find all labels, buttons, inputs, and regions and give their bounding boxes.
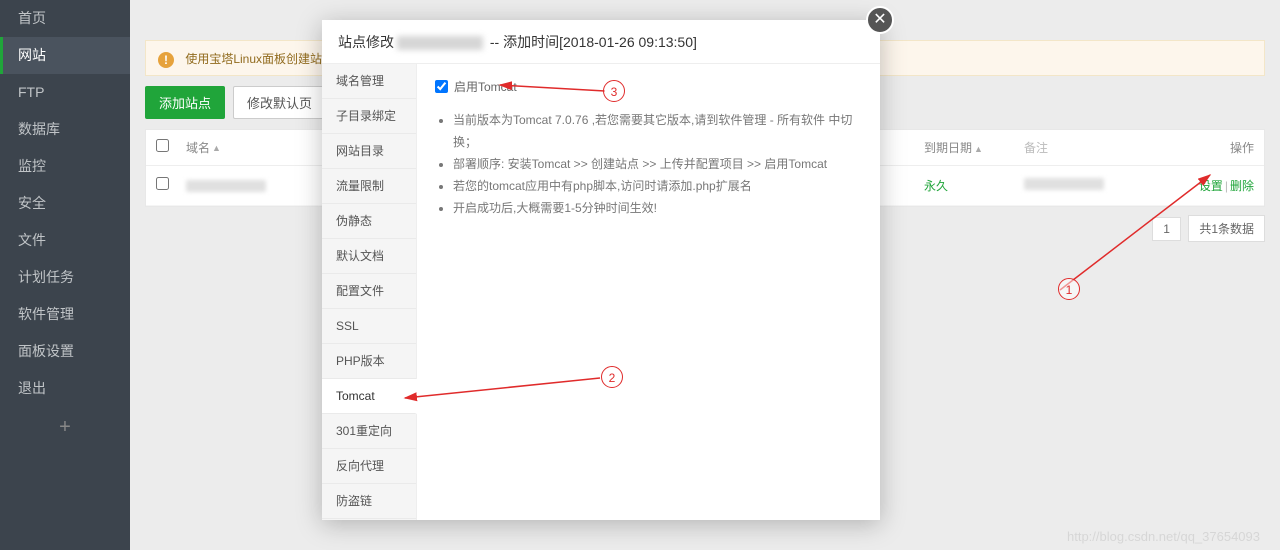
tab-content-tomcat: 启用Tomcat 当前版本为Tomcat 7.0.76 ,若您需要其它版本,请到… [417, 64, 880, 520]
page-total: 共1条数据 [1188, 215, 1265, 242]
tab-tomcat[interactable]: Tomcat [322, 379, 417, 414]
sidebar-item-site[interactable]: 网站 [0, 37, 130, 74]
tip-item: 部署顺序: 安装Tomcat >> 创建站点 >> 上传并配置项目 >> 启用T… [453, 153, 862, 175]
modal-tabs: 域名管理 子目录绑定 网站目录 流量限制 伪静态 默认文档 配置文件 SSL P… [322, 64, 417, 520]
tab-rewrite[interactable]: 伪静态 [322, 204, 416, 239]
row-settings-link[interactable]: 设置 [1199, 179, 1223, 193]
modal-title: 站点修改 -- 添加时间[2018-01-26 09:13:50] [322, 20, 880, 64]
annotation-circle-3: 3 [603, 80, 625, 102]
page-number[interactable]: 1 [1152, 217, 1181, 241]
tip-item: 当前版本为Tomcat 7.0.76 ,若您需要其它版本,请到软件管理 - 所有… [453, 109, 862, 153]
sidebar-item-security[interactable]: 安全 [0, 185, 130, 222]
sidebar-item-ftp[interactable]: FTP [0, 74, 130, 111]
add-site-button[interactable]: 添加站点 [145, 86, 225, 119]
tab-default-doc[interactable]: 默认文档 [322, 239, 416, 274]
sidebar: 首页 网站 FTP 数据库 监控 安全 文件 计划任务 软件管理 面板设置 退出… [0, 0, 130, 550]
tab-site-dir[interactable]: 网站目录 [322, 134, 416, 169]
tab-ssl[interactable]: SSL [322, 309, 416, 344]
sidebar-item-home[interactable]: 首页 [0, 0, 130, 37]
sidebar-add-button[interactable]: + [0, 407, 130, 447]
sidebar-item-panel-settings[interactable]: 面板设置 [0, 333, 130, 370]
sort-arrow-icon: ▲ [212, 130, 221, 166]
note-cell [1024, 178, 1104, 190]
sidebar-item-logout[interactable]: 退出 [0, 370, 130, 407]
close-icon[interactable]: ✕ [866, 6, 894, 34]
expire-cell: 永久 [924, 166, 1024, 205]
sidebar-item-software[interactable]: 软件管理 [0, 296, 130, 333]
site-edit-modal: ✕ 站点修改 -- 添加时间[2018-01-26 09:13:50] 域名管理… [322, 20, 880, 520]
row-delete-link[interactable]: 删除 [1230, 179, 1254, 193]
tab-php-version[interactable]: PHP版本 [322, 344, 416, 379]
annotation-circle-1: 1 [1058, 278, 1080, 300]
tab-301-redirect[interactable]: 301重定向 [322, 414, 416, 449]
enable-tomcat-checkbox[interactable] [435, 80, 448, 93]
annotation-circle-2: 2 [601, 366, 623, 388]
tip-item: 开启成功后,大概需要1-5分钟时间生效! [453, 197, 862, 219]
domain-cell[interactable] [186, 180, 266, 192]
tab-hotlink[interactable]: 防盗链 [322, 484, 416, 519]
tip-item: 若您的tomcat应用中有php脚本,访问时请添加.php扩展名 [453, 175, 862, 197]
watermark: http://blog.csdn.net/qq_37654093 [1067, 529, 1260, 544]
row-checkbox[interactable] [156, 177, 169, 190]
sidebar-item-cron[interactable]: 计划任务 [0, 259, 130, 296]
tab-subdir[interactable]: 子目录绑定 [322, 99, 416, 134]
warning-icon: ! [158, 52, 174, 68]
tab-config-file[interactable]: 配置文件 [322, 274, 416, 309]
col-ops-header: 操作 [1174, 130, 1254, 165]
tab-reverse-proxy[interactable]: 反向代理 [322, 449, 416, 484]
tab-domain-manage[interactable]: 域名管理 [322, 64, 416, 99]
enable-tomcat-label: 启用Tomcat [454, 78, 517, 95]
edit-default-button[interactable]: 修改默认页 [233, 86, 326, 119]
sort-arrow-icon: ▲ [974, 144, 983, 154]
tips-list: 当前版本为Tomcat 7.0.76 ,若您需要其它版本,请到软件管理 - 所有… [435, 109, 862, 219]
sidebar-item-file[interactable]: 文件 [0, 222, 130, 259]
sidebar-item-database[interactable]: 数据库 [0, 111, 130, 148]
title-redacted [397, 36, 483, 50]
col-note-header: 备注 [1024, 130, 1174, 165]
col-expire-header[interactable]: 到期日期▲ [924, 130, 1024, 165]
select-all-checkbox[interactable] [156, 139, 169, 152]
tab-traffic-limit[interactable]: 流量限制 [322, 169, 416, 204]
sidebar-item-monitor[interactable]: 监控 [0, 148, 130, 185]
